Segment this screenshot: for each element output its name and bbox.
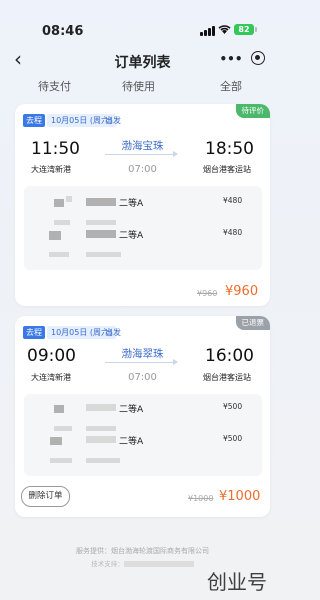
tab-pending-payment[interactable]: 待支付 [38,78,71,94]
close-circle-icon[interactable] [251,51,265,65]
arrival-time: 16:00 [205,346,254,366]
tech-support-label: 技术支持： [91,560,124,568]
redacted-id [49,252,69,257]
ticket-price: ¥500 [223,402,243,411]
redacted-passenger-info [50,437,62,445]
service-provider-text: 服务提供：烟台渤海轮渡国际商务有限公司 [76,547,209,555]
original-price: ¥960 [197,289,218,298]
mini-program-capsule: ••• [219,48,273,70]
redacted-support-info [123,561,194,567]
tab-all[interactable]: 全部 [220,78,242,94]
ticket-price: ¥480 [223,228,243,237]
redacted-id [50,458,72,463]
ticket-price: ¥500 [223,434,243,443]
passenger-list: 二等A ¥500 二等A ¥500 [24,394,262,476]
battery-icon: 82 [234,24,257,35]
status-badge: 已退票 [235,316,270,330]
passenger-id-row [24,450,262,472]
navigation-bar: ‹ 订单列表 ••• [0,46,285,74]
seat-class: 二等A [119,199,144,209]
status-time: 08:46 [42,24,84,39]
departure-label: 出发 [105,328,121,337]
total-price: ¥1000 [219,489,261,504]
ticket-price: ¥480 [223,196,243,205]
departure-time: 09:00 [27,346,76,366]
redacted-passenger-info [49,231,61,240]
seat-class: 二等A [119,405,144,415]
passenger-id-row [24,244,262,266]
arrival-port: 烟台港客运站 [203,373,251,382]
route-arrow-icon [105,359,178,365]
seat-class: 二等A [119,437,144,447]
departure-label: 出发 [105,116,121,125]
cellular-signal-icon [200,25,216,36]
passenger-list: 二等A ¥480 二等A ¥480 [24,186,262,270]
more-icon[interactable]: ••• [219,50,243,68]
watermark-logo: 创业号 [207,570,267,594]
status-badge: 待评价 [235,104,270,118]
order-card[interactable]: 去程 10月05日 (周六) 出发 已退票 09:00 大连湾新港 渤海翠珠 0… [15,316,270,517]
ship-name: 渤海宝珠 [121,140,164,152]
voyage-duration: 07:00 [128,372,157,383]
redacted-passenger-info [54,199,64,207]
departure-time: 11:50 [31,139,80,159]
voyage-duration: 07:00 [128,164,157,175]
direction-badge: 去程 [23,326,45,339]
original-price: ¥1000 [188,494,214,503]
route-arrow-icon [105,151,178,157]
redacted-id [54,426,72,431]
total-price: ¥960 [225,284,259,299]
departure-port: 大连湾新港 [31,165,71,174]
redacted-passenger-info [54,405,64,413]
order-card[interactable]: 去程 10月05日 (周六) 出发 待评价 11:50 大连湾新港 渤海宝珠 0… [15,104,270,306]
arrival-time: 18:50 [205,139,254,159]
status-bar: 08:46 82 [0,0,285,44]
seat-class: 二等A [119,231,144,241]
tab-pending-use[interactable]: 待使用 [122,78,155,94]
arrival-port: 烟台港客运站 [203,165,251,174]
direction-badge: 去程 [23,114,45,127]
delete-order-button[interactable]: 删除订单 [21,486,70,507]
wifi-icon [218,24,231,38]
ship-name: 渤海翠珠 [121,348,164,360]
order-tabs: 待支付 待使用 全部 [0,78,285,98]
redacted-id [54,220,70,225]
departure-port: 大连湾新港 [31,373,71,382]
